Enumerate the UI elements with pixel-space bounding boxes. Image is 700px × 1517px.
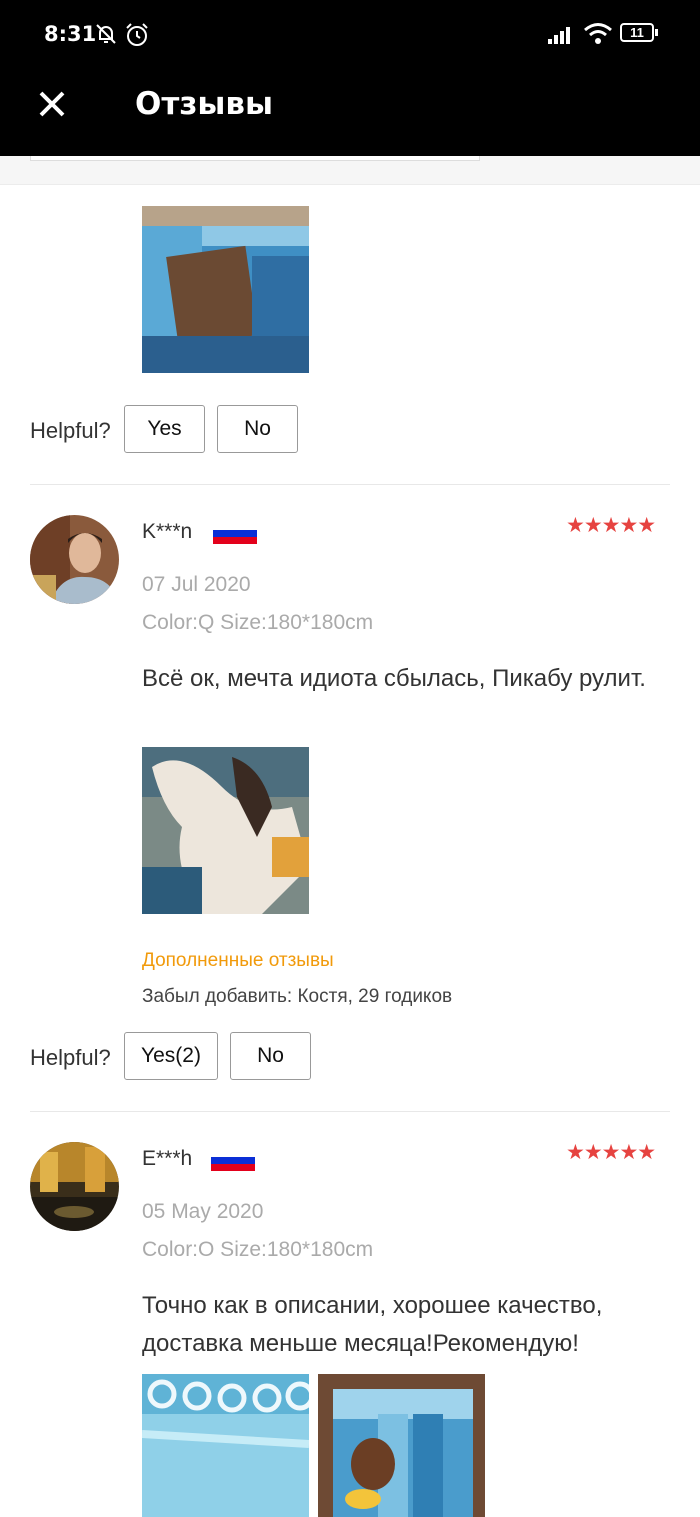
reviewer-name: K***n: [142, 520, 193, 543]
helpful-yes-button[interactable]: Yes: [124, 405, 205, 453]
reviewer-name: E***h: [142, 1147, 193, 1170]
avatar: [30, 1142, 119, 1231]
battery-tip: [655, 29, 658, 36]
review-date: 05 May 2020: [142, 1200, 264, 1223]
filter-box[interactable]: [30, 156, 480, 161]
helpful-yes-button[interactable]: Yes(2): [124, 1032, 218, 1080]
review-photo[interactable]: [142, 1374, 309, 1517]
status-time: 8:31: [44, 22, 97, 46]
bell-off-icon: [96, 24, 116, 44]
review-photo[interactable]: [142, 206, 309, 373]
battery-icon: 11: [620, 23, 654, 42]
review-divider: [30, 1111, 670, 1112]
status-bar: 8:31 11: [0, 0, 700, 68]
russia-flag-icon: [211, 1150, 255, 1171]
close-icon[interactable]: [36, 88, 68, 120]
review-text: Всё ок, мечта идиота сбылась, Пикабу рул…: [142, 665, 646, 692]
app-header: Отзывы: [0, 68, 700, 156]
helpful-label: Helpful?: [30, 1045, 111, 1070]
review-variant: Color:Q Size:180*180cm: [142, 611, 374, 634]
filter-strip: [0, 156, 700, 185]
alarm-icon: [126, 23, 148, 46]
rating-stars: ★★★★★: [566, 514, 656, 537]
rating-stars: ★★★★★: [566, 1141, 656, 1164]
helpful-no-button[interactable]: No: [217, 405, 298, 453]
review-date: 07 Jul 2020: [142, 573, 251, 596]
battery-level: 11: [630, 25, 644, 40]
review-photo[interactable]: [142, 747, 309, 914]
additional-review-title: Дополненные отзывы: [142, 950, 334, 971]
signal-icon: [548, 27, 570, 44]
review-text: Точно как в описании, хорошее качество, …: [142, 1292, 603, 1357]
review-divider: [30, 484, 670, 485]
avatar: [30, 515, 119, 604]
additional-review-text: Забыл добавить: Костя, 29 годиков: [142, 986, 453, 1007]
russia-flag-icon: [213, 523, 257, 544]
page-title: Отзывы: [135, 86, 274, 122]
review-photo[interactable]: [318, 1374, 485, 1517]
helpful-label: Helpful?: [30, 418, 111, 443]
review-variant: Color:O Size:180*180cm: [142, 1238, 374, 1261]
helpful-no-button[interactable]: No: [230, 1032, 311, 1080]
wifi-icon: [584, 23, 612, 44]
